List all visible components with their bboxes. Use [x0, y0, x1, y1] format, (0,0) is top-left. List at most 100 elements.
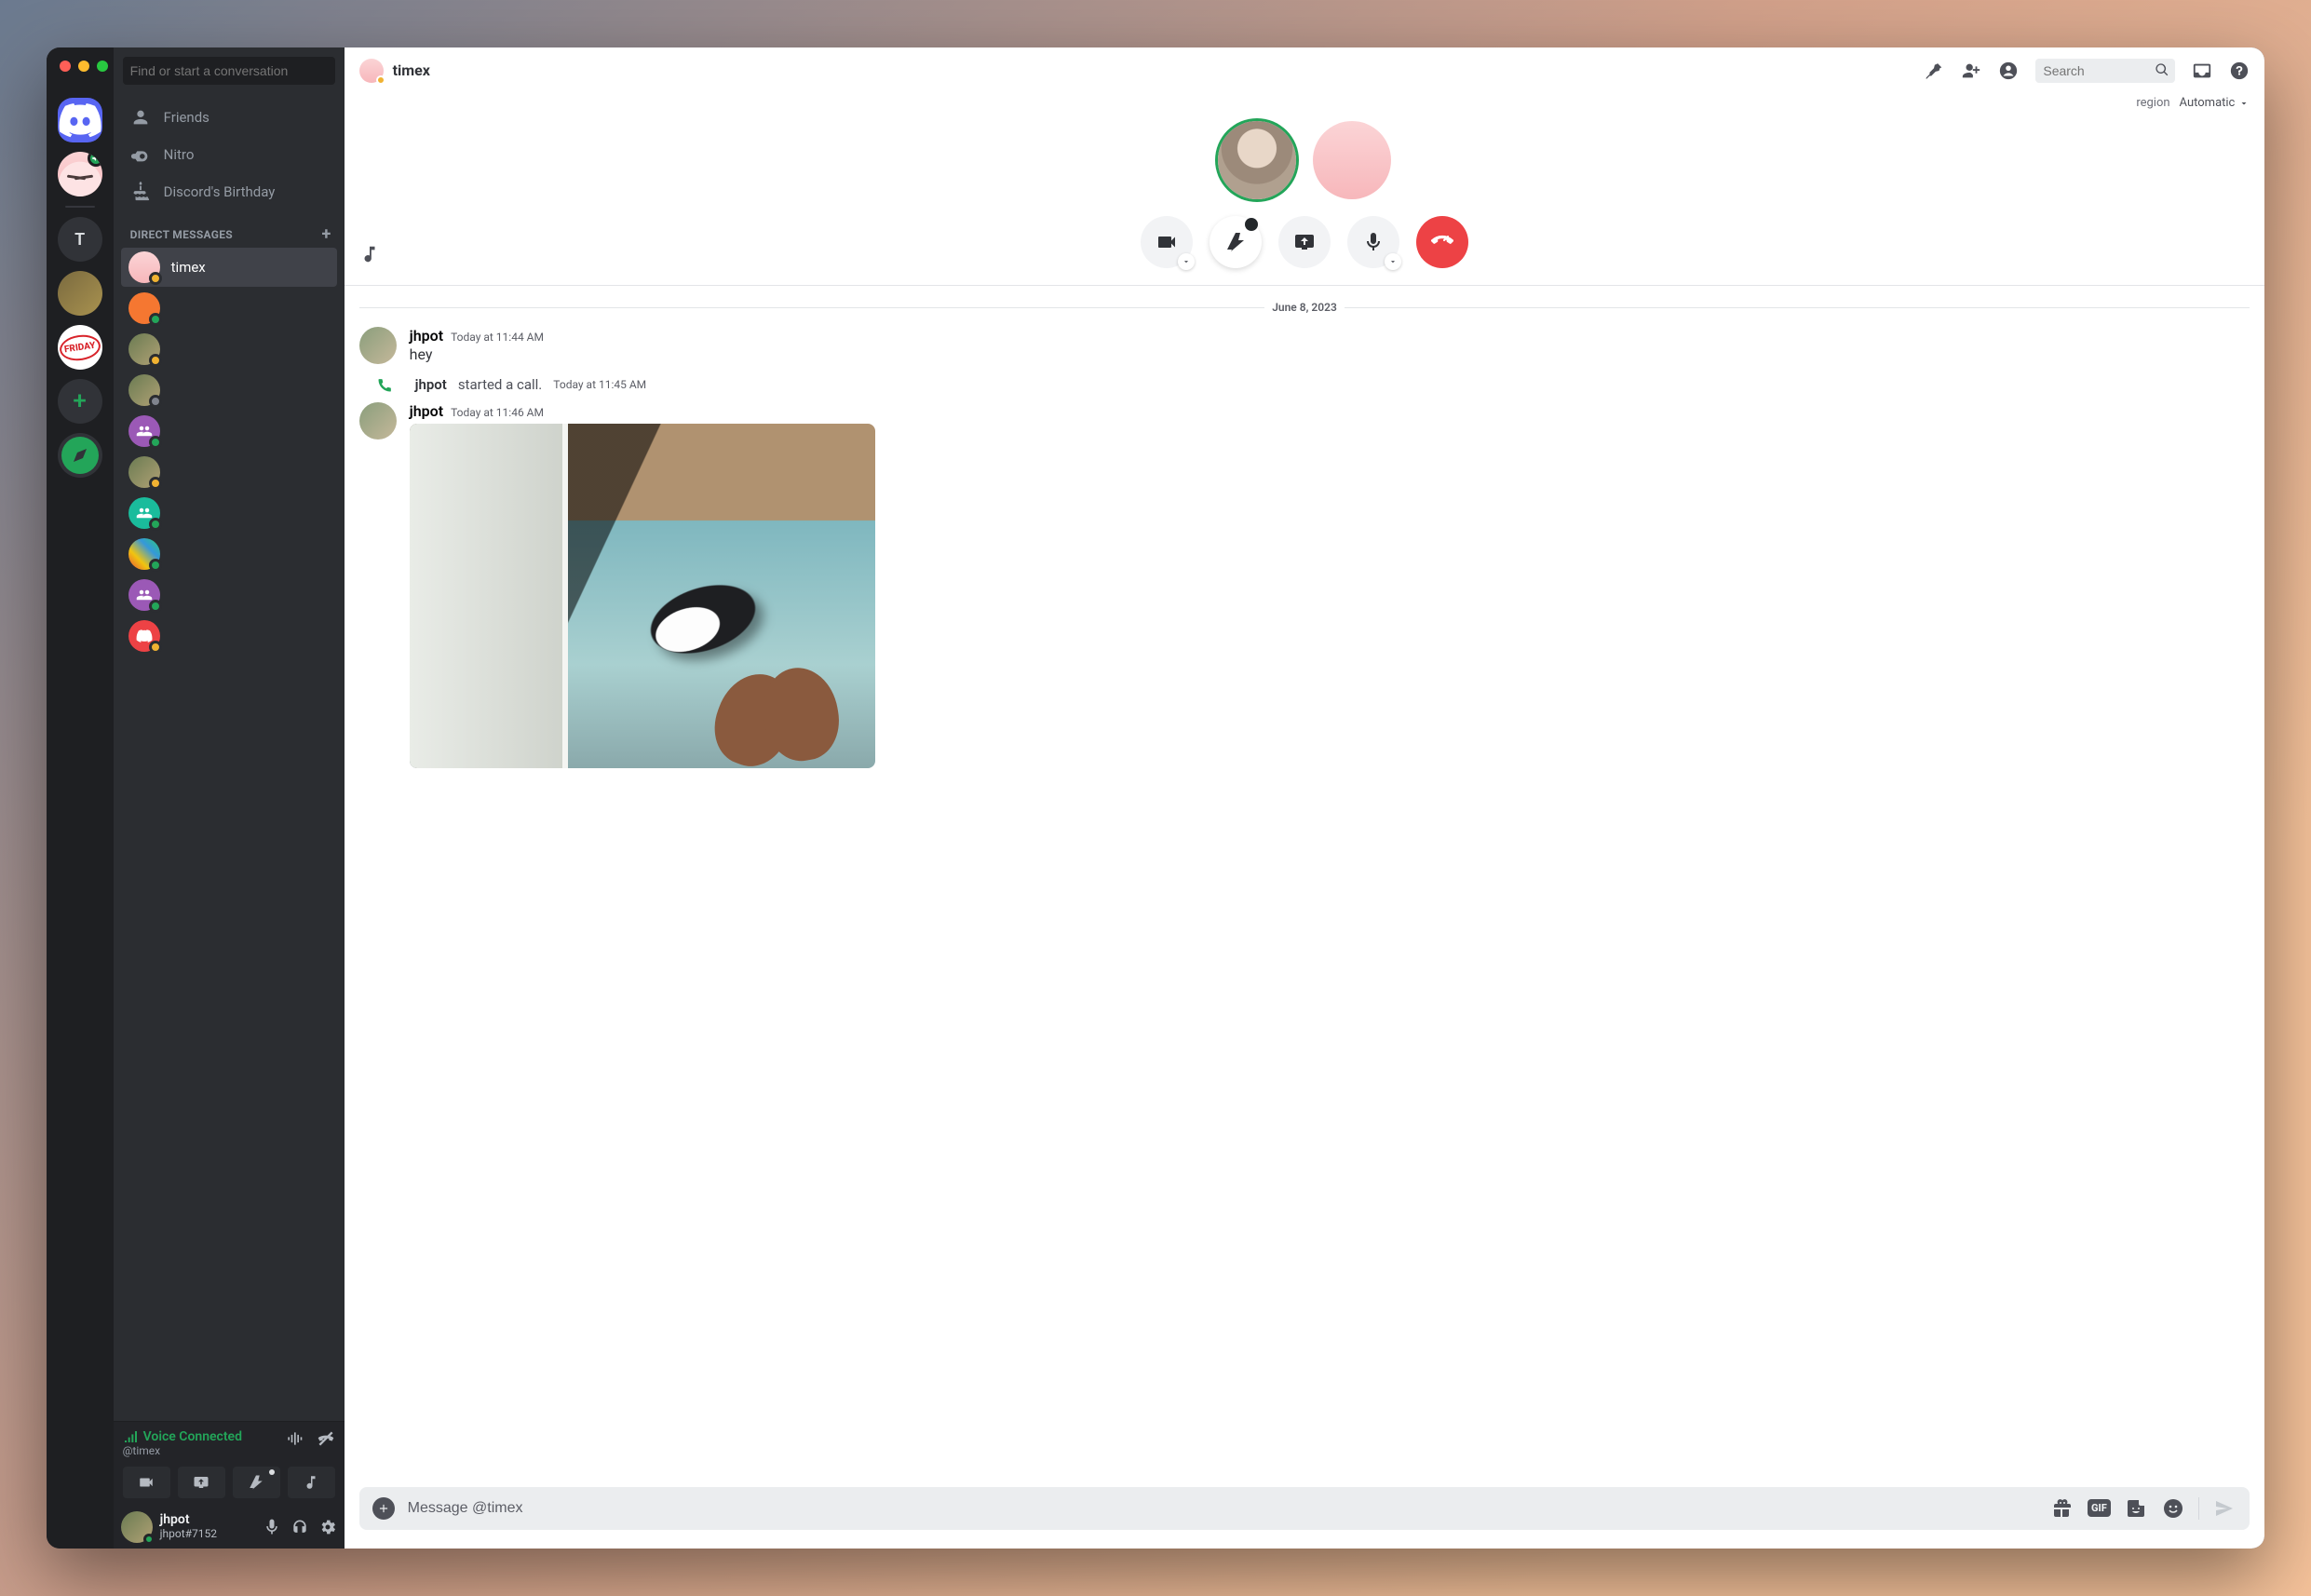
mute-button[interactable] — [263, 1518, 281, 1536]
server-item[interactable] — [58, 271, 102, 316]
disconnect-icon[interactable] — [317, 1429, 335, 1448]
app-window: T FRIDAY + Friends Nitro Discord's Birth… — [47, 47, 2265, 1548]
friends-tab[interactable]: Friends — [121, 100, 337, 135]
header-avatar — [359, 59, 384, 83]
channel-header: timex — [345, 47, 2265, 94]
dm-avatar — [128, 333, 160, 365]
birthday-tab[interactable]: Discord's Birthday — [121, 174, 337, 210]
dm-item[interactable] — [121, 330, 337, 369]
dm-item-label: timex — [171, 259, 206, 276]
end-call-button[interactable] — [1416, 216, 1468, 268]
message-avatar[interactable] — [359, 402, 397, 440]
pinned-messages-icon[interactable] — [1924, 61, 1944, 81]
sticker-button[interactable] — [2124, 1496, 2148, 1521]
inbox-icon[interactable] — [2192, 61, 2212, 81]
activities-button[interactable] — [1210, 216, 1262, 268]
call-participant-avatar[interactable] — [1313, 121, 1391, 199]
status-dot-icon — [149, 395, 162, 408]
dm-avatar — [128, 579, 160, 611]
dm-avatar — [128, 456, 160, 488]
self-avatar[interactable] — [121, 1511, 153, 1543]
help-icon[interactable] — [2229, 61, 2250, 81]
self-tag: jhpot#7152 — [160, 1528, 255, 1540]
region-label: region — [2136, 96, 2169, 110]
region-dropdown[interactable]: Automatic — [2180, 96, 2250, 110]
server-item[interactable]: FRIDAY — [58, 325, 102, 370]
system-time: Today at 11:45 AM — [553, 378, 646, 391]
call-panel — [345, 115, 2265, 286]
soundboard-button[interactable] — [288, 1467, 335, 1498]
dm-item[interactable] — [121, 371, 337, 410]
screen-share-button[interactable] — [1278, 216, 1331, 268]
video-options[interactable] — [1178, 253, 1195, 270]
dm-item[interactable] — [121, 534, 337, 574]
nitro-label: Nitro — [164, 146, 195, 163]
date-divider: June 8, 2023 — [359, 301, 2250, 314]
dm-item[interactable] — [121, 575, 337, 615]
gift-button[interactable] — [2049, 1496, 2074, 1521]
noise-suppression-icon[interactable] — [285, 1429, 304, 1448]
dm-item[interactable] — [121, 412, 337, 451]
voice-channel[interactable]: @timex — [123, 1444, 242, 1457]
message-author[interactable]: jhpot — [410, 402, 443, 420]
compass-icon — [58, 433, 102, 478]
search-bar[interactable] — [2035, 59, 2175, 83]
image-attachment[interactable] — [410, 424, 875, 768]
chevron-down-icon — [2238, 98, 2250, 109]
server-item[interactable] — [58, 152, 102, 196]
new-dm-button[interactable]: + — [322, 224, 331, 244]
dm-item[interactable] — [121, 494, 337, 533]
user-settings-button[interactable] — [318, 1518, 337, 1536]
deafen-button[interactable] — [291, 1518, 309, 1536]
voice-status: Voice Connected — [123, 1429, 242, 1444]
screenshare-toggle-button[interactable] — [178, 1467, 225, 1498]
attach-button[interactable] — [372, 1497, 395, 1520]
message-author[interactable]: jhpot — [410, 327, 443, 345]
soundboard-panel-button[interactable] — [359, 244, 380, 268]
cake-icon — [130, 182, 151, 202]
main-panel: timex region Automatic — [345, 47, 2265, 1548]
birthday-label: Discord's Birthday — [164, 183, 276, 200]
quick-switcher[interactable] — [123, 57, 335, 85]
friends-icon — [130, 107, 151, 128]
system-author[interactable]: jhpot — [415, 376, 447, 393]
dm-sidebar: Friends Nitro Discord's Birthday DIRECT … — [114, 47, 345, 1548]
message: jhpot Today at 11:46 AM — [359, 399, 2265, 774]
video-button[interactable] — [1141, 216, 1193, 268]
online-status-icon — [143, 1534, 155, 1545]
message-avatar[interactable] — [359, 327, 397, 364]
dm-list: timex — [114, 248, 345, 1420]
activities-new-dot — [1245, 218, 1258, 231]
quick-switcher-input[interactable] — [123, 57, 335, 85]
minimize-window-button[interactable] — [78, 61, 89, 72]
dm-item[interactable] — [121, 616, 337, 656]
activity-button[interactable] — [233, 1467, 280, 1498]
call-participant-avatar[interactable] — [1218, 121, 1296, 199]
mic-button[interactable] — [1347, 216, 1399, 268]
send-button[interactable] — [2212, 1496, 2237, 1521]
close-window-button[interactable] — [60, 61, 71, 72]
add-server-button[interactable]: + — [58, 379, 102, 424]
nitro-tab[interactable]: Nitro — [121, 137, 337, 172]
mic-options[interactable] — [1385, 253, 1401, 270]
message-list[interactable]: June 8, 2023 jhpot Today at 11:44 AM hey… — [345, 286, 2265, 1486]
server-item[interactable]: T — [58, 217, 102, 262]
window-controls — [60, 61, 108, 72]
status-dot-icon — [149, 641, 162, 654]
add-friend-icon[interactable] — [1961, 61, 1981, 81]
home-button[interactable] — [58, 98, 102, 142]
user-profile-icon[interactable] — [1998, 61, 2019, 81]
zoom-window-button[interactable] — [97, 61, 108, 72]
server-friday-label: FRIDAY — [58, 332, 101, 363]
message-input[interactable] — [408, 1500, 2037, 1517]
dm-item[interactable]: timex — [121, 248, 337, 287]
status-dot-icon — [149, 272, 162, 285]
explore-servers-button[interactable] — [58, 433, 102, 478]
emoji-button[interactable] — [2161, 1496, 2185, 1521]
gif-button[interactable]: GIF — [2087, 1496, 2111, 1521]
video-toggle-button[interactable] — [123, 1467, 170, 1498]
dm-item[interactable] — [121, 289, 337, 328]
self-info[interactable]: jhpot jhpot#7152 — [160, 1513, 255, 1540]
dm-header: DIRECT MESSAGES + — [114, 210, 345, 248]
dm-item[interactable] — [121, 453, 337, 492]
